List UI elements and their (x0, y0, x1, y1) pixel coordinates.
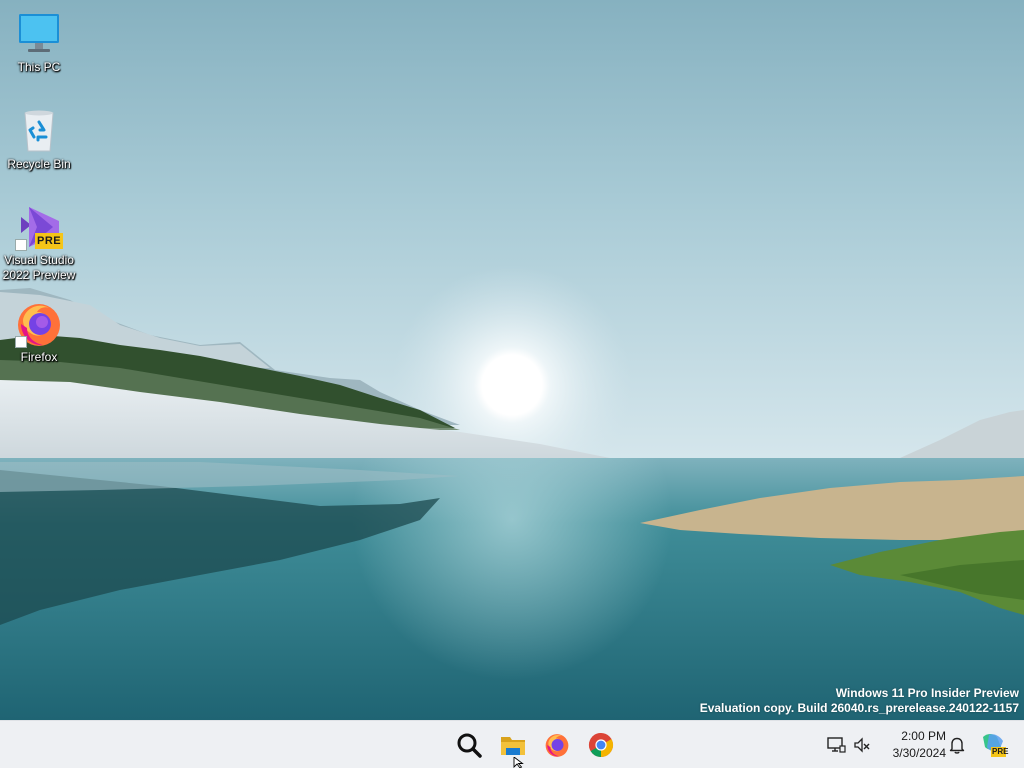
desktop[interactable]: This PC Recycle Bin PRE Visual Studio 20… (0, 0, 1024, 720)
taskbar-firefox-button[interactable] (537, 725, 577, 765)
folder-icon (501, 737, 525, 755)
monitor-icon (15, 10, 63, 58)
clock-date: 3/30/2024 (892, 746, 946, 760)
desktop-icon-label: Firefox (20, 350, 58, 364)
mouse-cursor-icon (513, 757, 524, 768)
volume-muted-icon (854, 737, 870, 753)
taskbar-clock[interactable]: 2:00 PM 3/30/2024 (880, 728, 946, 762)
shortcut-arrow-icon (15, 239, 27, 251)
taskbar: 2:00 PM 3/30/2024 PRE (0, 720, 1024, 768)
firefox-icon (545, 734, 569, 757)
desktop-icon-label: Recycle Bin (7, 157, 71, 171)
taskbar-chrome-button[interactable] (581, 725, 621, 765)
shortcut-arrow-icon (15, 336, 27, 348)
windows-evaluation-watermark: Windows 11 Pro Insider Preview Evaluatio… (700, 686, 1019, 716)
chrome-icon (588, 733, 614, 757)
desktop-icon-recycle-bin[interactable]: Recycle Bin (1, 107, 77, 172)
desktop-icon-visual-studio-preview[interactable]: PRE Visual Studio 2022 Preview (1, 203, 77, 283)
notifications-button[interactable] (947, 735, 967, 755)
desktop-icon-label: This PC (17, 60, 61, 74)
bell-icon (949, 737, 965, 754)
taskbar-search-button[interactable] (449, 725, 489, 765)
pre-badge-label: PRE (37, 235, 62, 247)
watermark-edition: Windows 11 Pro Insider Preview (835, 686, 1019, 700)
search-icon (457, 733, 482, 758)
firefox-icon (15, 300, 63, 348)
clock-time: 2:00 PM (901, 729, 946, 743)
copilot-pre-badge: PRE (992, 747, 1009, 756)
copilot-button[interactable]: PRE (979, 731, 1009, 759)
watermark-build: Evaluation copy. Build 26040.rs_prerelea… (699, 701, 1019, 715)
network-icon (827, 737, 846, 753)
network-status-button[interactable] (826, 735, 846, 755)
recycle-bin-icon (15, 107, 63, 155)
visual-studio-preview-icon: PRE (15, 203, 63, 251)
desktop-icon-label: Visual Studio 2022 Preview (2, 253, 76, 282)
desktop-icon-this-pc[interactable]: This PC (1, 10, 77, 75)
desktop-wallpaper (0, 0, 1024, 720)
volume-button[interactable] (852, 735, 872, 755)
desktop-icon-firefox[interactable]: Firefox (1, 300, 77, 365)
